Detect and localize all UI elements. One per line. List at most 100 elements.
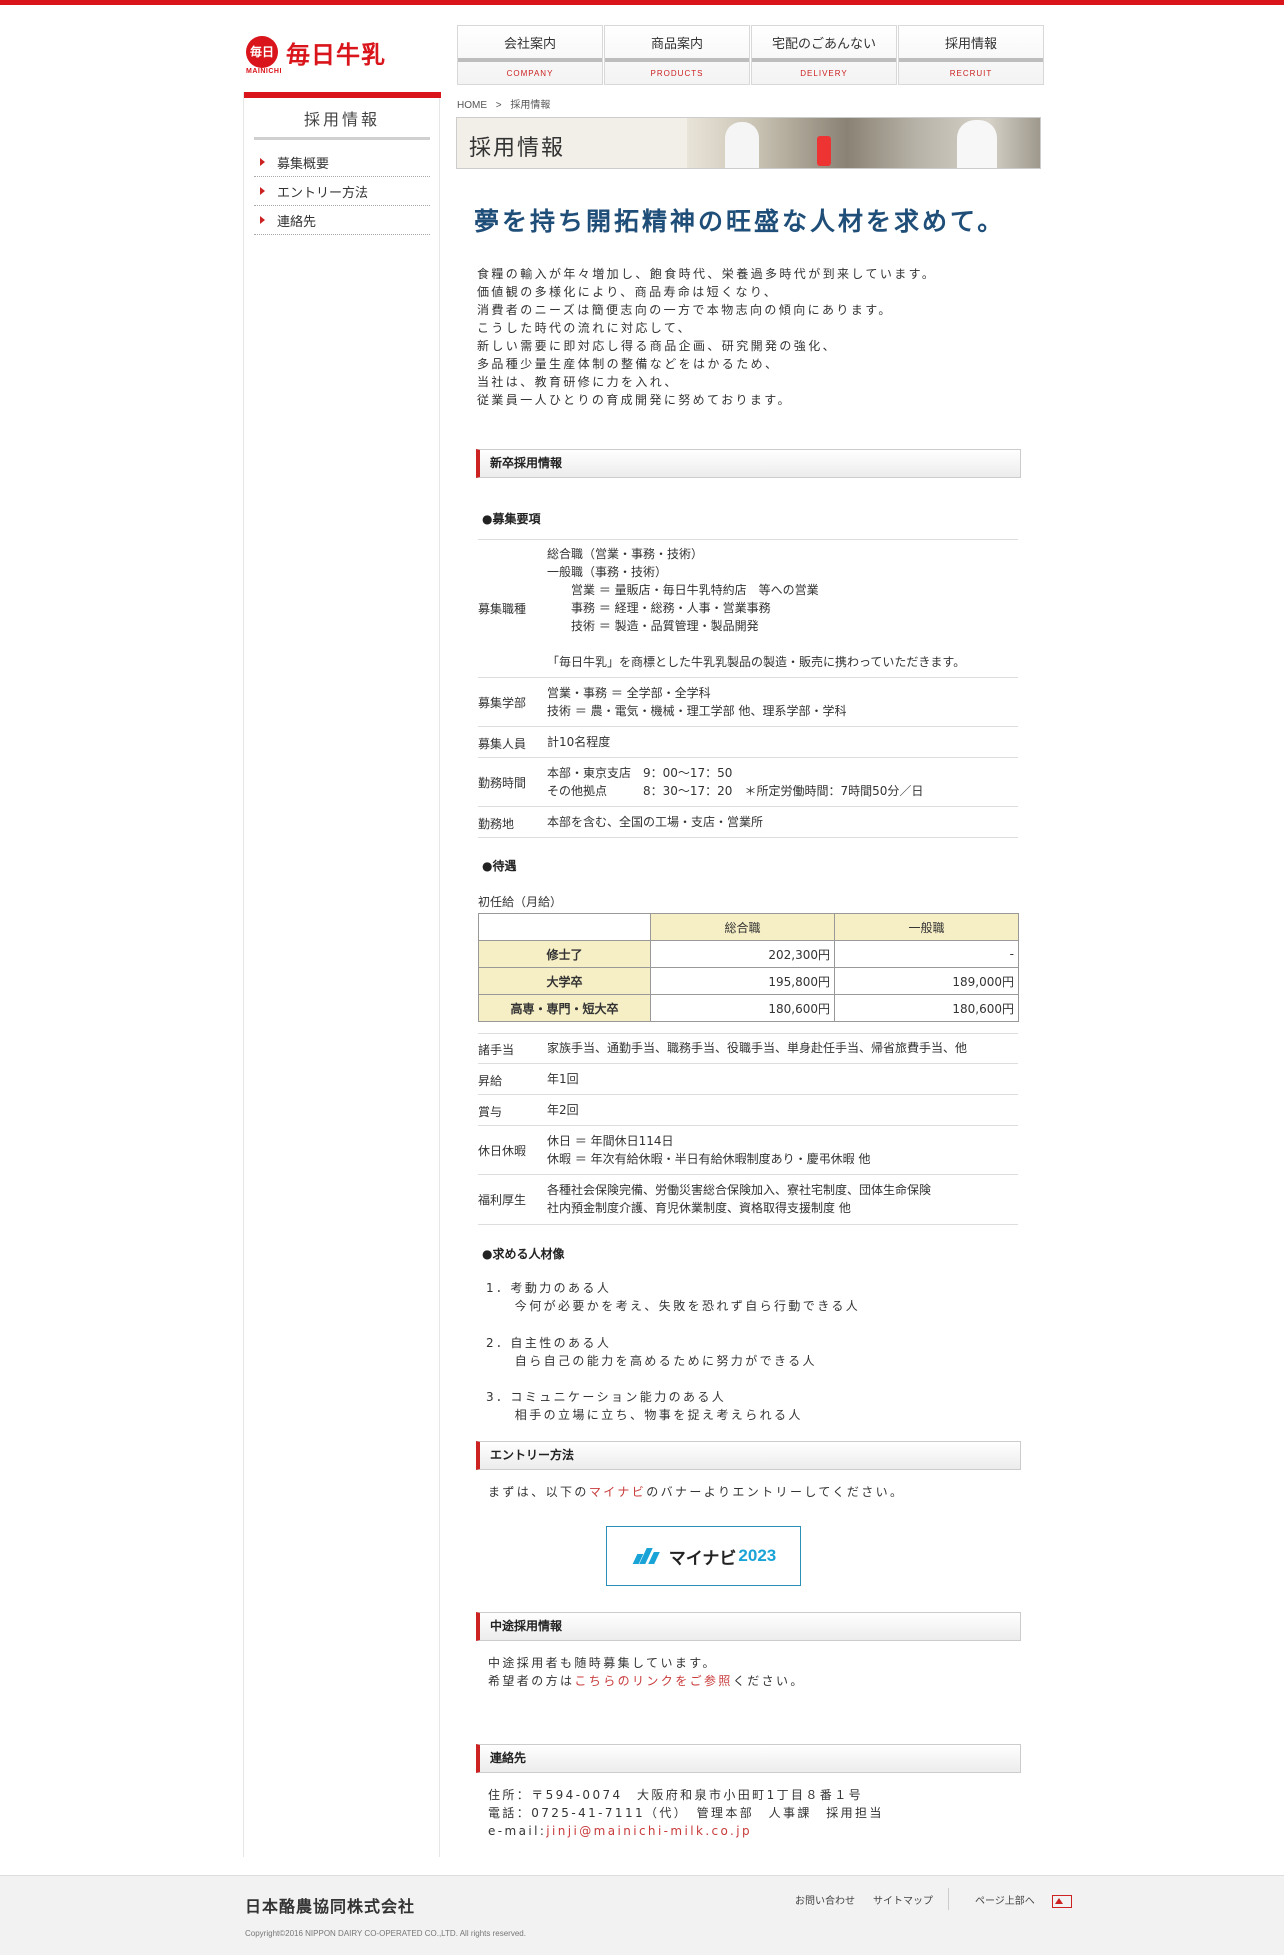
breadcrumb-separator: > — [495, 100, 502, 111]
footer-link-contact[interactable]: お問い合わせ — [786, 1892, 864, 1910]
top-accent-bar — [0, 0, 1284, 5]
table-header-row: 総合職 一般職 — [478, 913, 1019, 941]
nav-sublabel: RECRUIT — [949, 69, 993, 78]
table-corner — [478, 913, 651, 941]
logo-sub: MAINICHI — [246, 68, 282, 75]
mynavi-banner[interactable]: マイナビ 2023 — [606, 1526, 801, 1586]
sidebar-title: 採用情報 — [303, 110, 380, 129]
requirements-heading: ●募集要項 — [482, 512, 541, 526]
sidebar-item-contact[interactable]: 連絡先 — [254, 206, 430, 235]
salary-cell: 189,000円 — [834, 967, 1019, 995]
nav-sublabel: PRODUCTS — [650, 69, 704, 78]
page-top-label: ページ上部へ — [975, 1896, 1035, 1907]
nav-recruit[interactable]: 採用情報 RECRUIT — [898, 25, 1044, 85]
row-label: 諸手当 — [478, 1043, 515, 1057]
footer-company-logo[interactable]: 日本酪農協同株式会社 — [245, 1893, 415, 1917]
row-value: 営業・事務 ＝ 全学部・全学科 技術 ＝ 農・電気・機械・理工学部 他、理系学部… — [547, 686, 847, 718]
row-value: 本部を含む、全国の工場・支店・営業所 — [547, 815, 764, 829]
contact-phone: 電話：0725-41-7111（代） 管理本部 人事課 採用担当 — [488, 1806, 884, 1820]
row-label: 募集人員 — [478, 737, 527, 751]
row-label: 福利厚生 — [478, 1193, 527, 1207]
logo-text: 毎日牛乳 — [286, 40, 386, 69]
sidebar-item-entry[interactable]: エントリー方法 — [254, 177, 430, 206]
row-value: 本部・東京支店 9：00～17：50 その他拠点 8：30～17：20 ＊所定労… — [547, 766, 924, 798]
sidebar-item-label: 募集概要 — [277, 156, 330, 172]
email-label: e-mail: — [488, 1824, 547, 1838]
sidebar-accent — [244, 92, 441, 98]
page-top-link[interactable]: ページ上部へ — [957, 1892, 1081, 1910]
intro-line: 当社は、教育研修に力を入れ、 — [477, 375, 679, 389]
mynavi-link[interactable]: マイナビ — [589, 1485, 646, 1499]
row-label: 昇給 — [478, 1074, 503, 1088]
salary-cell: 195,800円 — [650, 967, 835, 995]
footer-divider — [948, 1888, 949, 1910]
banner-year: 2023 — [738, 1546, 777, 1565]
sidebar-menu: 募集概要 エントリー方法 連絡先 — [254, 148, 430, 235]
hero-photo — [687, 118, 1040, 168]
row-header: 大学卒 — [478, 967, 651, 995]
section-heading-contact: 連絡先 — [476, 1744, 1021, 1773]
copyright: Copyright©2016 NIPPON DAIRY CO-OPERATED … — [245, 1929, 526, 1938]
footer: 日本酪農協同株式会社 Copyright©2016 NIPPON DAIRY C… — [0, 1875, 1284, 1955]
breadcrumb: HOME > 採用情報 — [457, 96, 550, 111]
breadcrumb-home[interactable]: HOME — [457, 100, 487, 111]
table-row: 大学卒 195,800円 189,000円 — [478, 967, 1019, 995]
requirement-row: 募集学部 営業・事務 ＝ 全学部・全学科 技術 ＝ 農・電気・機械・理工学部 他… — [478, 678, 1018, 727]
row-value: 家族手当、通勤手当、職務手当、役職手当、単身赴任手当、帰省旅費手当、他 — [547, 1041, 968, 1055]
table-row: 高専・専門・短大卒 180,600円 180,600円 — [478, 994, 1019, 1022]
column-header: 一般職 — [834, 913, 1019, 941]
requirement-row: 募集職種 総合職（営業・事務・技術） 一般職（事務・技術） 営業 ＝ 量販店・毎… — [478, 539, 1018, 678]
breadcrumb-current: 採用情報 — [510, 100, 551, 111]
intro-line: こうした時代の流れに対応して、 — [477, 321, 693, 335]
row-label: 賞与 — [478, 1105, 503, 1119]
contact-address: 住所：〒594-0074 大阪府和泉市小田町1丁目８番１号 — [488, 1788, 864, 1802]
sidebar-item-label: エントリー方法 — [277, 185, 369, 201]
sidebar: 採用情報 募集概要 エントリー方法 連絡先 — [243, 92, 441, 1857]
row-value: 年1回 — [547, 1072, 579, 1086]
mid-career-text: 中途採用者も随時募集しています。 希望者の方はこちらのリンクをご参照ください。 — [488, 1656, 805, 1688]
nav-products[interactable]: 商品案内 PRODUCTS — [604, 25, 750, 85]
site-logo[interactable]: 毎日 MAINICHI 毎日牛乳 — [246, 30, 386, 75]
row-label: 休日休暇 — [478, 1144, 527, 1158]
section-heading-new-grad: 新卒採用情報 — [476, 449, 1021, 478]
requirement-row: 勤務時間 本部・東京支店 9：00～17：50 その他拠点 8：30～17：20… — [478, 758, 1018, 807]
footer-link-sitemap[interactable]: サイトマップ — [864, 1892, 942, 1910]
logo-mark: 毎日 — [246, 36, 278, 68]
nav-label: 宅配のごあんない — [771, 37, 876, 52]
ideal-item: 1．考動力のある人 今何が必要かを考え、失敗を恐れず自ら行動できる人 — [486, 1281, 861, 1313]
nav-sublabel: COMPANY — [506, 69, 554, 78]
salary-cell: 180,600円 — [834, 994, 1019, 1022]
sidebar-item-label: 連絡先 — [277, 214, 317, 230]
intro-line: 食糧の輸入が年々増加し、飽食時代、栄養過多時代が到来しています。 — [477, 267, 937, 281]
salary-cell: - — [834, 940, 1019, 968]
banner-text: マイナビ — [668, 1548, 737, 1568]
nav-delivery[interactable]: 宅配のごあんない DELIVERY — [751, 25, 897, 85]
row-label: 募集職種 — [478, 602, 527, 616]
column-header: 総合職 — [650, 913, 835, 941]
benefit-row: 休日休暇 休日 ＝ 年間休日114日 休暇 ＝ 年次有給休暇・半日有給休暇制度あ… — [478, 1126, 1018, 1175]
requirement-row: 募集人員 計10名程度 — [478, 727, 1018, 758]
arrow-right-icon — [260, 187, 265, 195]
nav-sublabel: DELIVERY — [800, 69, 848, 78]
benefit-row: 福利厚生 各種社会保険完備、労働災害総合保険加入、寮社宅制度、団体生命保険 社内… — [478, 1175, 1018, 1225]
footer-links: お問い合わせ サイトマップ ページ上部へ — [786, 1888, 1081, 1910]
ideal-item: 2．自主性のある人 自ら自己の能力を高めるために努力ができる人 — [486, 1336, 817, 1368]
sidebar-item-requirements[interactable]: 募集概要 — [254, 148, 430, 177]
sidebar-divider — [254, 137, 430, 140]
mid-career-link[interactable]: こちらのリンクをご参照 — [574, 1674, 732, 1688]
row-value: 年2回 — [547, 1103, 579, 1117]
intro-line: 消費者のニーズは簡便志向の一方で本物志向の傾向にあります。 — [477, 303, 893, 317]
mynavi-logo-icon — [631, 1546, 665, 1566]
row-value: 休日 ＝ 年間休日114日 休暇 ＝ 年次有給休暇・半日有給休暇制度あり・慶弔休… — [547, 1134, 871, 1166]
salary-cell: 202,300円 — [650, 940, 835, 968]
email-link[interactable]: jinji@mainichi-milk.co.jp — [546, 1824, 752, 1838]
ideal-item: 3．コミュニケーション能力のある人 相手の立場に立ち、物事を捉え考えられる人 — [486, 1390, 803, 1422]
treatment-heading: ●待遇 — [482, 859, 517, 873]
contact-text: 住所：〒594-0074 大阪府和泉市小田町1丁目８番１号 電話：0725-41… — [488, 1786, 884, 1840]
row-label: 募集学部 — [478, 696, 527, 710]
nav-company[interactable]: 会社案内 COMPANY — [457, 25, 603, 85]
nav-label: 商品案内 — [650, 37, 703, 52]
table-row: 修士了 202,300円 - — [478, 940, 1019, 968]
requirement-row: 勤務地 本部を含む、全国の工場・支店・営業所 — [478, 807, 1018, 838]
section-heading-entry: エントリー方法 — [476, 1441, 1021, 1470]
